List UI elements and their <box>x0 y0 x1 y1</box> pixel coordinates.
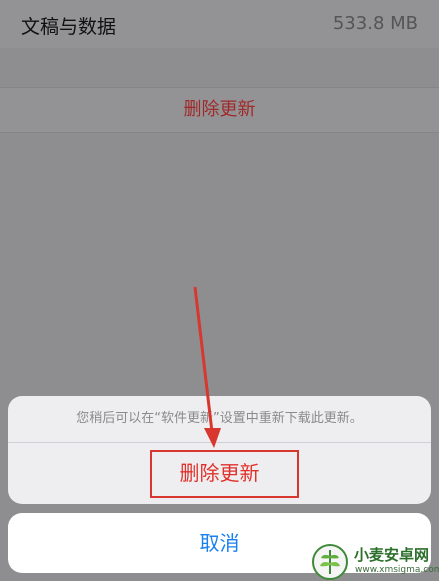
watermark-title: 小麦安卓网 <box>354 546 430 564</box>
action-sheet-message: 您稍后可以在“软件更新”设置中重新下载此更新。 <box>8 396 431 443</box>
watermark-url: www.xmsigma.com <box>355 565 439 575</box>
documents-data-size: 533.8 MB <box>332 13 418 34</box>
watermark: 小麦安卓网 www.xmsigma.com <box>310 540 439 581</box>
delete-update-row[interactable]: 删除更新 <box>0 87 439 133</box>
documents-data-row[interactable]: 文稿与数据 533.8 MB <box>0 0 439 48</box>
annotation-highlight-box <box>150 450 299 498</box>
watermark-logo-icon <box>312 544 348 580</box>
documents-data-label: 文稿与数据 <box>21 16 117 38</box>
